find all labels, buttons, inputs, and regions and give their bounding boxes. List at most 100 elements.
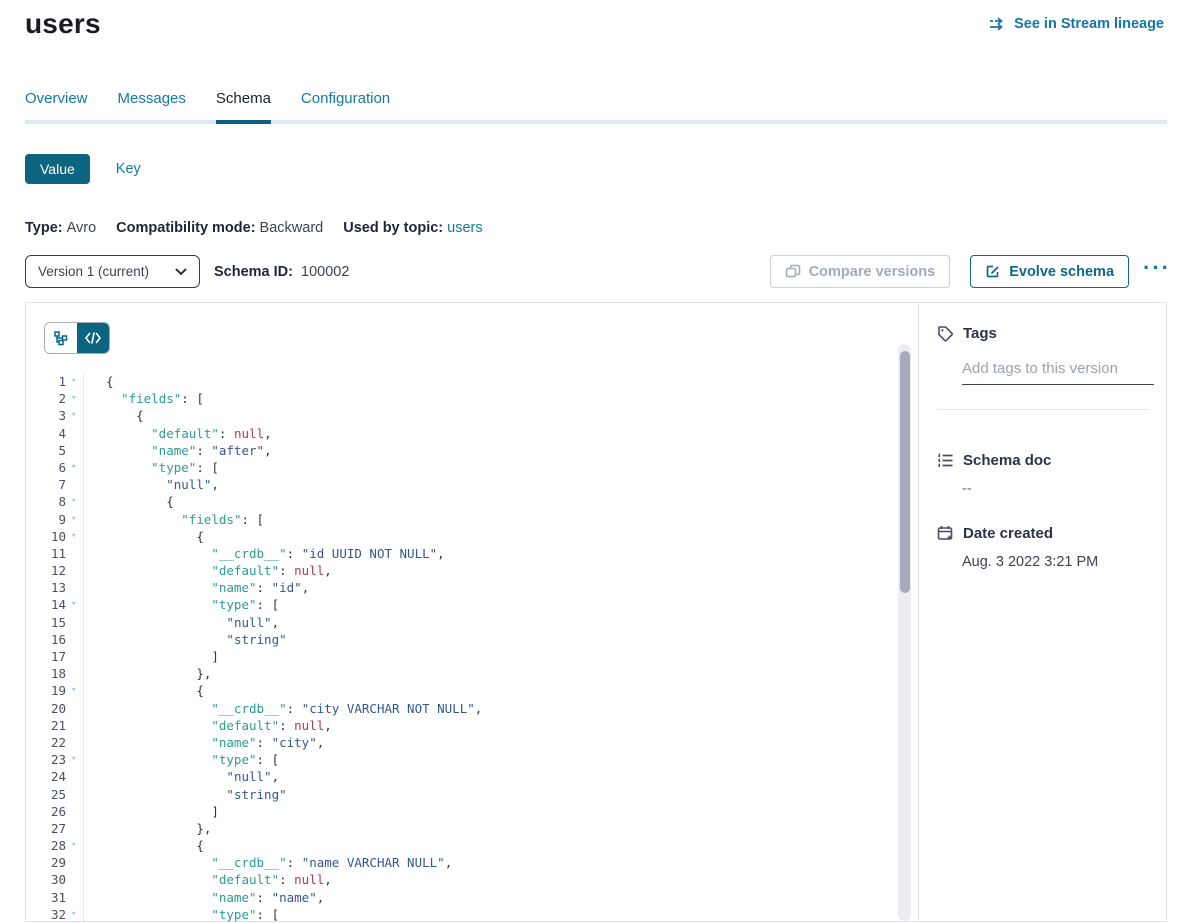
fold-spacer xyxy=(66,614,83,631)
fold-toggle-icon[interactable]: ▾ xyxy=(66,373,83,390)
code-text: ] xyxy=(83,648,896,665)
line-number: 3 xyxy=(26,407,66,424)
code-text: { xyxy=(83,373,896,390)
schema-doc-heading: Schema doc xyxy=(963,452,1051,469)
schema-details-sidebar: Tags Schema doc -- xyxy=(919,303,1166,921)
tag-icon xyxy=(937,325,954,342)
line-number: 4 xyxy=(26,425,66,442)
schema-actions: Compare versions Evolve schema ··· xyxy=(770,255,1171,288)
code-text: "__crdb__": "id UUID NOT NULL", xyxy=(83,545,896,562)
line-number: 14 xyxy=(26,596,66,613)
code-text: "default": null, xyxy=(83,871,896,888)
editor-scrollbar[interactable] xyxy=(898,344,911,921)
evolve-schema-button[interactable]: Evolve schema xyxy=(970,255,1129,288)
code-line: 17 ] xyxy=(26,648,896,665)
schema-id-label: Schema ID: xyxy=(214,264,293,280)
value-toggle-button[interactable]: Value xyxy=(25,154,90,184)
meta-item: Type:Avro xyxy=(25,220,96,236)
fold-toggle-icon[interactable]: ▾ xyxy=(66,459,83,476)
code-text: "name": "name", xyxy=(83,889,896,906)
code-line: 14▾ "type": [ xyxy=(26,596,896,613)
fold-spacer xyxy=(66,442,83,459)
schema-meta-row: Type:AvroCompatibility mode:BackwardUsed… xyxy=(25,220,483,236)
fold-toggle-icon[interactable]: ▾ xyxy=(66,596,83,613)
fold-toggle-icon[interactable]: ▾ xyxy=(66,682,83,699)
line-number: 30 xyxy=(26,871,66,888)
code-text: "type": [ xyxy=(83,596,896,613)
calendar-add-icon xyxy=(937,525,954,542)
edit-icon xyxy=(985,264,1001,280)
tab-schema[interactable]: Schema xyxy=(216,90,271,124)
code-text: "__crdb__": "name VARCHAR NULL", xyxy=(83,854,896,871)
code-line: 18 }, xyxy=(26,665,896,682)
code-text: ] xyxy=(83,803,896,820)
fold-spacer xyxy=(66,803,83,820)
code-text: "null", xyxy=(83,768,896,785)
fold-toggle-icon[interactable]: ▾ xyxy=(66,407,83,424)
line-number: 6 xyxy=(26,459,66,476)
code-line: 21 "default": null, xyxy=(26,717,896,734)
code-text: { xyxy=(83,407,896,424)
schema-code: 1▾{2▾ "fields": [3▾ {4 "default": null,5… xyxy=(26,373,896,923)
line-number: 31 xyxy=(26,889,66,906)
fold-spacer xyxy=(66,700,83,717)
line-number: 8 xyxy=(26,493,66,510)
page-title: users xyxy=(25,8,101,40)
code-text: { xyxy=(83,837,896,854)
code-text: "type": [ xyxy=(83,751,896,768)
line-number: 27 xyxy=(26,820,66,837)
value-key-toggle: Value Key xyxy=(25,154,141,184)
line-number: 28 xyxy=(26,837,66,854)
compare-versions-button[interactable]: Compare versions xyxy=(770,255,951,288)
see-in-stream-lineage-link[interactable]: See in Stream lineage xyxy=(989,16,1164,32)
more-options-button[interactable]: ··· xyxy=(1143,263,1171,281)
line-number: 24 xyxy=(26,768,66,785)
fold-toggle-icon[interactable]: ▾ xyxy=(66,511,83,528)
line-number: 21 xyxy=(26,717,66,734)
version-select[interactable]: Version 1 (current) xyxy=(25,255,200,288)
code-line: 1▾{ xyxy=(26,373,896,390)
code-text: "null", xyxy=(83,476,896,493)
meta-value-link[interactable]: users xyxy=(447,220,482,236)
code-line: 24 "null", xyxy=(26,768,896,785)
fold-spacer xyxy=(66,648,83,665)
tree-view-button[interactable] xyxy=(45,323,77,353)
line-number: 22 xyxy=(26,734,66,751)
tags-input[interactable] xyxy=(962,360,1154,385)
code-text: "name": "city", xyxy=(83,734,896,751)
fold-toggle-icon[interactable]: ▾ xyxy=(66,837,83,854)
key-toggle-button[interactable]: Key xyxy=(116,161,141,177)
tab-configuration[interactable]: Configuration xyxy=(301,90,390,124)
editor-view-toggle xyxy=(44,322,110,354)
code-text: "fields": [ xyxy=(83,390,896,407)
line-number: 17 xyxy=(26,648,66,665)
fold-spacer xyxy=(66,734,83,751)
code-line: 2▾ "fields": [ xyxy=(26,390,896,407)
fold-spacer xyxy=(66,579,83,596)
lineage-link-label: See in Stream lineage xyxy=(1014,16,1164,32)
date-created-heading: Date created xyxy=(963,525,1053,542)
fold-spacer xyxy=(66,425,83,442)
code-text: }, xyxy=(83,665,896,682)
tab-overview[interactable]: Overview xyxy=(25,90,88,124)
line-number: 16 xyxy=(26,631,66,648)
code-line: 22 "name": "city", xyxy=(26,734,896,751)
code-text: "type": [ xyxy=(83,459,896,476)
fold-spacer xyxy=(66,768,83,785)
fold-toggle-icon[interactable]: ▾ xyxy=(66,528,83,545)
code-line: 10▾ { xyxy=(26,528,896,545)
compare-versions-label: Compare versions xyxy=(809,264,936,280)
tab-messages[interactable]: Messages xyxy=(118,90,186,124)
fold-toggle-icon[interactable]: ▾ xyxy=(66,751,83,768)
fold-spacer xyxy=(66,665,83,682)
meta-label: Type: xyxy=(25,220,63,236)
schema-doc-section: Schema doc -- xyxy=(937,452,1148,497)
scrollbar-thumb[interactable] xyxy=(900,351,910,593)
fold-toggle-icon[interactable]: ▾ xyxy=(66,906,83,923)
stream-lineage-icon xyxy=(989,17,1007,31)
code-view-button[interactable] xyxy=(77,323,109,353)
fold-toggle-icon[interactable]: ▾ xyxy=(66,390,83,407)
fold-toggle-icon[interactable]: ▾ xyxy=(66,493,83,510)
date-created-value: Aug. 3 2022 3:21 PM xyxy=(962,554,1148,570)
tags-section: Tags xyxy=(937,325,1148,410)
